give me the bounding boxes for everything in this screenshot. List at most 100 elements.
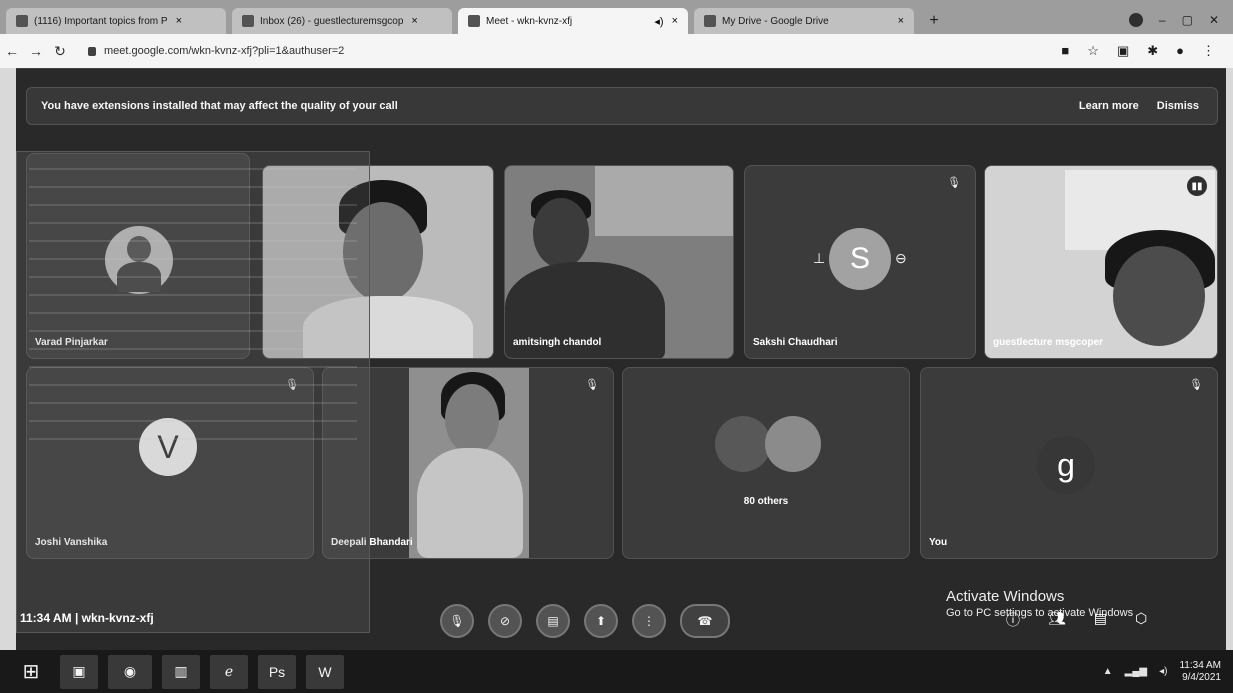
maximize-icon[interactable]: ▢ bbox=[1182, 13, 1193, 27]
volume-icon[interactable]: ◂) bbox=[1159, 666, 1167, 677]
present-button[interactable]: ⬆ bbox=[584, 604, 618, 638]
mic-off-icon: 🎙︎ bbox=[449, 614, 465, 628]
photoshop-icon[interactable]: Ps bbox=[258, 654, 296, 689]
banner-message: You have extensions installed that may a… bbox=[41, 100, 398, 112]
present-icon: ⬆ bbox=[595, 614, 607, 628]
files-icon[interactable]: ▥ bbox=[162, 654, 200, 689]
close-icon[interactable]: × bbox=[411, 15, 417, 27]
new-tab-button[interactable]: + bbox=[922, 8, 946, 34]
browser-tab-bar: (1116) Important topics from P × Inbox (… bbox=[0, 0, 1233, 34]
explorer-icon[interactable]: ▣ bbox=[60, 654, 98, 689]
tab-label: Meet - wkn-kvnz-xfj bbox=[486, 15, 573, 27]
dismiss-button[interactable]: Dismiss bbox=[1157, 100, 1199, 112]
word-icon[interactable]: W bbox=[306, 654, 344, 689]
meeting-time: 11:34 AM bbox=[20, 611, 72, 625]
avatar-initial: S bbox=[849, 242, 870, 275]
mic-off-icon: 🎙︎ bbox=[947, 177, 961, 189]
camera-icon[interactable]: ■ bbox=[1061, 43, 1069, 59]
close-window-icon[interactable]: ✕ bbox=[1209, 13, 1219, 27]
captions-button[interactable]: ▤ bbox=[536, 604, 570, 638]
puzzle-icon[interactable]: ✱ bbox=[1147, 43, 1158, 59]
menu-icon[interactable]: ⋮ bbox=[1202, 43, 1215, 59]
windows-start-icon[interactable]: ⊞ bbox=[12, 655, 50, 689]
browser-tab[interactable]: (1116) Important topics from P × bbox=[6, 8, 226, 34]
participant-name: guestlecture msgcoper bbox=[993, 337, 1104, 348]
avatar: S bbox=[829, 228, 891, 290]
leave-call-button[interactable]: ☎ bbox=[680, 604, 730, 638]
others-count: 80 others bbox=[743, 496, 789, 507]
mic-toggle-button[interactable]: 🎙︎ bbox=[440, 604, 474, 638]
close-icon[interactable]: × bbox=[176, 15, 182, 27]
participant-tile[interactable]: 🎙︎ S ⊥ ⊖ Sakshi Chaudhari bbox=[744, 165, 976, 359]
browser-tab[interactable]: My Drive - Google Drive × bbox=[694, 8, 914, 34]
internet-explorer-icon[interactable]: ℯ bbox=[210, 654, 248, 689]
info-icon[interactable]: ⓘ bbox=[1006, 610, 1020, 630]
participant-tile-self[interactable]: 🎙︎ g You bbox=[920, 367, 1218, 559]
browser-toolbar-icons: ■ ☆ ▣ ✱ ● ⋮ bbox=[1061, 43, 1233, 59]
avatar-initial: g bbox=[1057, 446, 1075, 483]
close-icon[interactable]: × bbox=[672, 15, 678, 27]
profile-icon[interactable] bbox=[1128, 13, 1143, 27]
clock[interactable]: 11:34 AM 9/4/2021 bbox=[1179, 660, 1221, 684]
address-bar: ← → ↻ meet.google.com/wkn-kvnz-xfj?pli=1… bbox=[0, 34, 1233, 68]
meeting-code: wkn-kvnz-xfj bbox=[81, 611, 154, 625]
participant-name: Sakshi Chaudhari bbox=[753, 337, 838, 348]
close-icon[interactable]: × bbox=[898, 15, 904, 27]
camera-off-icon: ⊘ bbox=[499, 614, 511, 628]
browser-tab[interactable]: Inbox (26) - guestlecturemsgcop × bbox=[232, 8, 452, 34]
tray-icon[interactable]: ▲ bbox=[1103, 666, 1113, 677]
url-field[interactable]: meet.google.com/wkn-kvnz-xfj?pli=1&authu… bbox=[80, 40, 948, 62]
participant-name: amitsingh chandol bbox=[513, 337, 602, 348]
learn-more-link[interactable]: Learn more bbox=[1079, 100, 1139, 112]
browser-tab-active[interactable]: Meet - wkn-kvnz-xfj ◂) × bbox=[458, 8, 688, 34]
people-icon[interactable]: 👥︎ bbox=[1048, 610, 1066, 630]
avatar-icon[interactable]: ● bbox=[1176, 43, 1184, 59]
more-options-button[interactable]: ⋮ bbox=[632, 604, 666, 638]
camera-toggle-button[interactable]: ⊘ bbox=[488, 604, 522, 638]
drive-icon bbox=[704, 15, 716, 27]
minimize-icon[interactable]: – bbox=[1159, 13, 1166, 27]
hang-up-icon: ☎ bbox=[697, 614, 713, 628]
chrome-icon[interactable]: ◉ bbox=[108, 654, 152, 689]
star-icon[interactable]: ☆ bbox=[1087, 43, 1099, 59]
system-tray: ▲ ▂▄▆ ◂) 11:34 AM 9/4/2021 bbox=[1103, 660, 1233, 684]
tab-label: (1116) Important topics from P bbox=[34, 15, 168, 27]
meet-window: You have extensions installed that may a… bbox=[16, 68, 1226, 651]
mic-off-icon: 🎙︎ bbox=[585, 379, 599, 391]
video-feed bbox=[409, 368, 529, 558]
meeting-separator: | bbox=[74, 611, 79, 625]
participant-tile[interactable]: amitsingh chandol bbox=[504, 165, 734, 359]
participant-tile[interactable]: ▮▮ guestlecture msgcoper bbox=[984, 165, 1218, 359]
activities-icon[interactable]: ⬡ bbox=[1135, 610, 1147, 630]
side-controls: ⓘ 👥︎ ▤ ⬡ bbox=[1006, 610, 1147, 630]
more-icon: ⋮ bbox=[643, 614, 655, 628]
tab-label: My Drive - Google Drive bbox=[722, 15, 829, 27]
tab-label: Inbox (26) - guestlecturemsgcop bbox=[260, 15, 404, 27]
watermark-line1: Activate Windows bbox=[946, 588, 1065, 605]
call-controls: 🎙︎ ⊘ ▤ ⬆ ⋮ ☎ bbox=[440, 604, 730, 638]
remove-icon[interactable]: ⊖ bbox=[895, 250, 907, 267]
participant-tile-group[interactable]: 80 others bbox=[622, 367, 910, 559]
clock-time: 11:34 AM bbox=[1179, 659, 1221, 671]
lock-icon bbox=[88, 46, 96, 56]
forward-icon[interactable]: → bbox=[24, 43, 48, 59]
captions-icon: ▤ bbox=[547, 614, 559, 628]
pin-icon[interactable]: ⊥ bbox=[813, 250, 825, 267]
participant-name: You bbox=[929, 537, 948, 548]
extension-icon[interactable]: ▣ bbox=[1117, 43, 1129, 59]
youtube-icon bbox=[16, 15, 28, 27]
window-controls: – ▢ ✕ bbox=[1128, 6, 1233, 34]
url-text: meet.google.com/wkn-kvnz-xfj?pli=1&authu… bbox=[104, 45, 345, 57]
back-icon[interactable]: ← bbox=[0, 43, 24, 59]
extension-warning-banner: You have extensions installed that may a… bbox=[26, 87, 1218, 125]
chat-icon[interactable]: ▤ bbox=[1094, 610, 1107, 630]
gmail-icon bbox=[242, 15, 254, 27]
meeting-info: 11:34 AM | wkn-kvnz-xfj bbox=[20, 611, 154, 625]
reload-icon[interactable]: ↻ bbox=[48, 43, 72, 60]
audio-icon[interactable]: ◂) bbox=[654, 15, 663, 28]
speaking-icon: ▮▮ bbox=[1187, 176, 1207, 196]
mic-off-icon: 🎙︎ bbox=[1189, 379, 1203, 391]
network-icon[interactable]: ▂▄▆ bbox=[1125, 666, 1147, 677]
clock-date: 9/4/2021 bbox=[1182, 671, 1221, 683]
avatar bbox=[765, 416, 821, 472]
